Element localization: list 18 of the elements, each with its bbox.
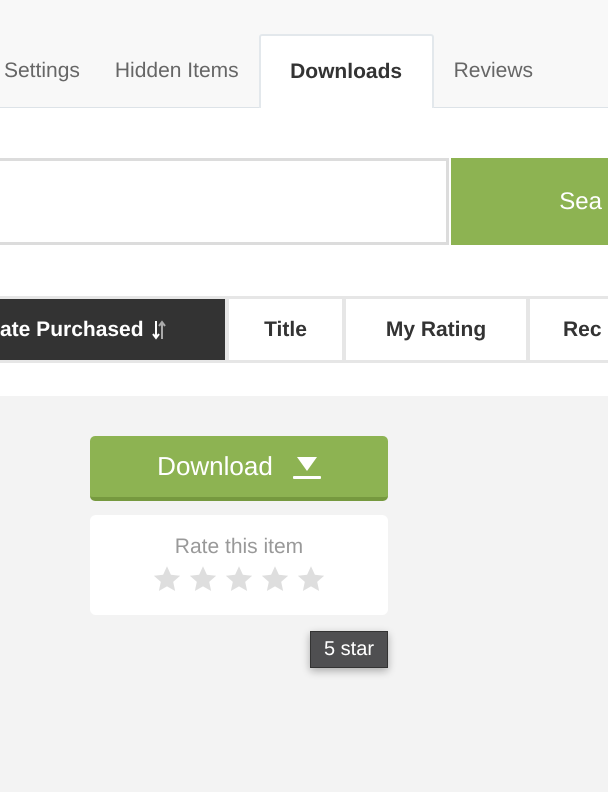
tooltip: 5 star	[310, 631, 388, 668]
star-icon[interactable]	[152, 565, 182, 593]
tab[interactable]: Downloads	[258, 34, 434, 108]
star-icon[interactable]	[260, 565, 290, 593]
tab[interactable]: Reviews	[454, 35, 533, 107]
star-rating[interactable]	[152, 565, 326, 593]
sort-button[interactable]: Rec	[530, 299, 608, 360]
rating-label: Rate this item	[174, 535, 304, 559]
sort-arrows-icon	[152, 318, 166, 340]
star-icon[interactable]	[296, 565, 326, 593]
sort-button[interactable]: Title	[229, 299, 342, 360]
sort-button[interactable]: ate Purchased	[0, 299, 225, 360]
star-icon[interactable]	[224, 565, 254, 593]
tab[interactable]: Settings	[4, 35, 80, 107]
sort-button[interactable]: My Rating	[346, 299, 526, 360]
star-icon[interactable]	[188, 565, 218, 593]
tab[interactable]: Hidden Items	[114, 35, 239, 107]
search-field[interactable]	[0, 158, 450, 245]
